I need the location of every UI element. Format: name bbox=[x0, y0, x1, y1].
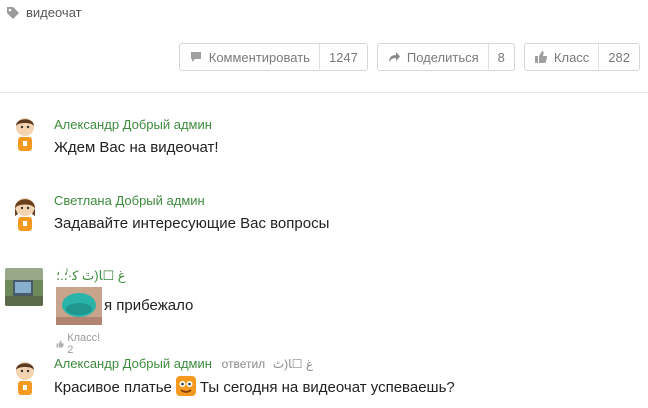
share-button[interactable]: Поделиться 8 bbox=[376, 43, 515, 71]
comment-like-label: Класс! 2 bbox=[67, 332, 101, 356]
comment-author[interactable]: ﻍ ☐ﺎ(ﭢ ﻛ·؛ٰ.؛ bbox=[56, 268, 126, 283]
divider bbox=[0, 92, 648, 93]
action-bar: Комментировать 1247 Поделиться 8 Класс 2… bbox=[178, 43, 640, 71]
like-count: 282 bbox=[598, 44, 639, 70]
comment-text-before: Красивое платье bbox=[54, 379, 172, 396]
share-arrow-icon bbox=[388, 52, 400, 62]
comment-text: Ждем Вас на видеочат! bbox=[54, 139, 219, 156]
reply-to-name[interactable]: ﻍ ☐ﺎ(ﭢ bbox=[273, 357, 313, 371]
comment-text: я прибежало bbox=[104, 297, 194, 314]
comment-count: 1247 bbox=[318, 44, 367, 70]
comment-author[interactable]: Светлана Добрый админ bbox=[54, 193, 205, 208]
comment-text-after: Ты сегодня на видеочат успеваешь? bbox=[199, 379, 455, 396]
like-button-label: Класс bbox=[553, 49, 590, 65]
share-count: 8 bbox=[487, 44, 514, 70]
tag-label: видеочат bbox=[26, 5, 82, 20]
thumbs-up-icon bbox=[56, 340, 64, 348]
comment-author[interactable]: Александр Добрый админ bbox=[54, 356, 212, 371]
attached-photo[interactable] bbox=[56, 287, 102, 325]
comment-like[interactable]: Класс! 2 bbox=[56, 332, 102, 356]
comment-text: Красивое платье Ты сегодня на видеочат у… bbox=[54, 376, 455, 397]
speech-bubble-icon bbox=[190, 52, 201, 62]
replied-label: ответил bbox=[221, 357, 266, 371]
comment-author[interactable]: Александр Добрый админ bbox=[54, 117, 212, 132]
smiley-icon bbox=[175, 376, 196, 397]
share-button-label: Поделиться bbox=[406, 49, 479, 65]
comment-button[interactable]: Комментировать 1247 bbox=[178, 43, 368, 71]
like-button[interactable]: Класс 282 bbox=[523, 43, 640, 71]
comment-button-label: Комментировать bbox=[208, 49, 310, 65]
avatar[interactable] bbox=[5, 268, 43, 306]
tag-icon bbox=[7, 6, 19, 19]
avatar[interactable] bbox=[10, 194, 40, 234]
avatar[interactable] bbox=[10, 358, 40, 398]
avatar[interactable] bbox=[10, 114, 40, 154]
thumbs-up-icon bbox=[534, 51, 548, 63]
comment-text: Задавайте интересующие Вас вопросы bbox=[54, 215, 330, 232]
tag-row[interactable]: видеочат bbox=[6, 5, 82, 20]
